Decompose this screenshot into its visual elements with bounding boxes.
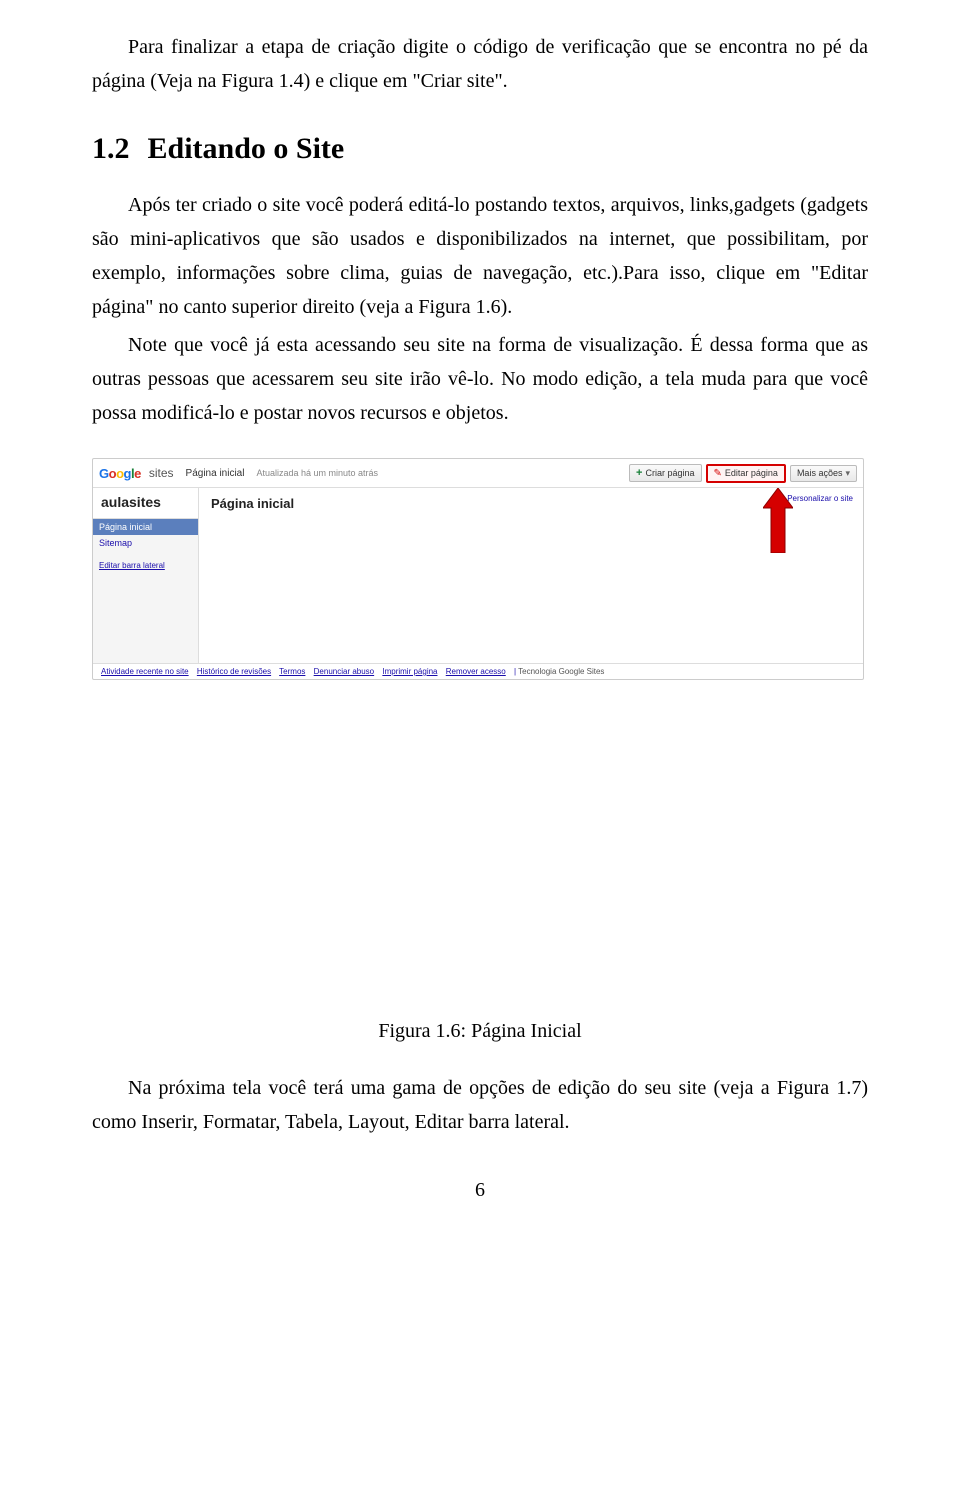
page-number: 6 <box>92 1179 868 1202</box>
paragraph-p2: Após ter criado o site você poderá editá… <box>92 188 868 324</box>
red-arrow-annotation <box>763 488 793 553</box>
plus-icon: + <box>636 467 642 479</box>
footer-history[interactable]: Histórico de revisões <box>197 667 271 676</box>
sites-label: sites <box>149 466 174 480</box>
sidebar-edit-link[interactable]: Editar barra lateral <box>93 557 198 574</box>
footer-activity[interactable]: Atividade recente no site <box>101 667 189 676</box>
personalize-link[interactable]: Personalizar o site <box>787 494 853 503</box>
create-page-button[interactable]: + Criar página <box>629 464 701 482</box>
updated-label: Atualizada há um minuto atrás <box>256 468 378 478</box>
pencil-icon: ✎ <box>714 468 722 479</box>
paragraph-p4: Na próxima tela você terá uma gama de op… <box>92 1071 868 1139</box>
google-logo: Google <box>99 466 141 481</box>
breadcrumb-page: Página inicial <box>186 468 245 479</box>
footer-report[interactable]: Denunciar abuso <box>314 667 374 676</box>
figure-caption: Figura 1.6: Página Inicial <box>92 1020 868 1043</box>
section-number: 1.2 <box>92 132 130 165</box>
document-page: Para finalizar a etapa de criação digite… <box>0 0 960 1242</box>
figure-screenshot: Google sites Página inicial Atualizada h… <box>92 458 868 680</box>
edit-page-button[interactable]: ✎ Editar página <box>706 464 786 483</box>
main-content: Página inicial Personalizar o site <box>199 488 863 663</box>
screenshot-body: aulasites Página inicial Sitemap Editar … <box>93 488 863 663</box>
edit-page-label: Editar página <box>725 468 778 478</box>
topbar-right: + Criar página ✎ Editar página Mais açõe… <box>629 464 857 483</box>
more-actions-button[interactable]: Mais ações <box>790 465 857 482</box>
page-title: Página inicial <box>211 496 851 511</box>
topbar: Google sites Página inicial Atualizada h… <box>93 459 863 488</box>
sidebar-item-home[interactable]: Página inicial <box>93 519 198 535</box>
footer-remove[interactable]: Remover acesso <box>446 667 506 676</box>
footer-print[interactable]: Imprimir página <box>382 667 437 676</box>
footer-terms[interactable]: Termos <box>279 667 305 676</box>
more-actions-label: Mais ações <box>797 468 843 478</box>
sidebar-item-sitemap[interactable]: Sitemap <box>93 535 198 551</box>
paragraph-p3: Note que você já esta acessando seu site… <box>92 328 868 430</box>
google-sites-screenshot: Google sites Página inicial Atualizada h… <box>92 458 864 680</box>
site-title: aulasites <box>93 488 198 519</box>
section-heading: 1.2 Editando o Site <box>92 132 868 166</box>
paragraph-intro: Para finalizar a etapa de criação digite… <box>92 30 868 98</box>
create-page-label: Criar página <box>645 468 694 478</box>
section-title: Editando o Site <box>148 132 345 165</box>
screenshot-footer: Atividade recente no site Histórico de r… <box>93 663 863 679</box>
footer-tech: Tecnologia Google Sites <box>518 667 604 676</box>
sidebar: aulasites Página inicial Sitemap Editar … <box>93 488 199 663</box>
